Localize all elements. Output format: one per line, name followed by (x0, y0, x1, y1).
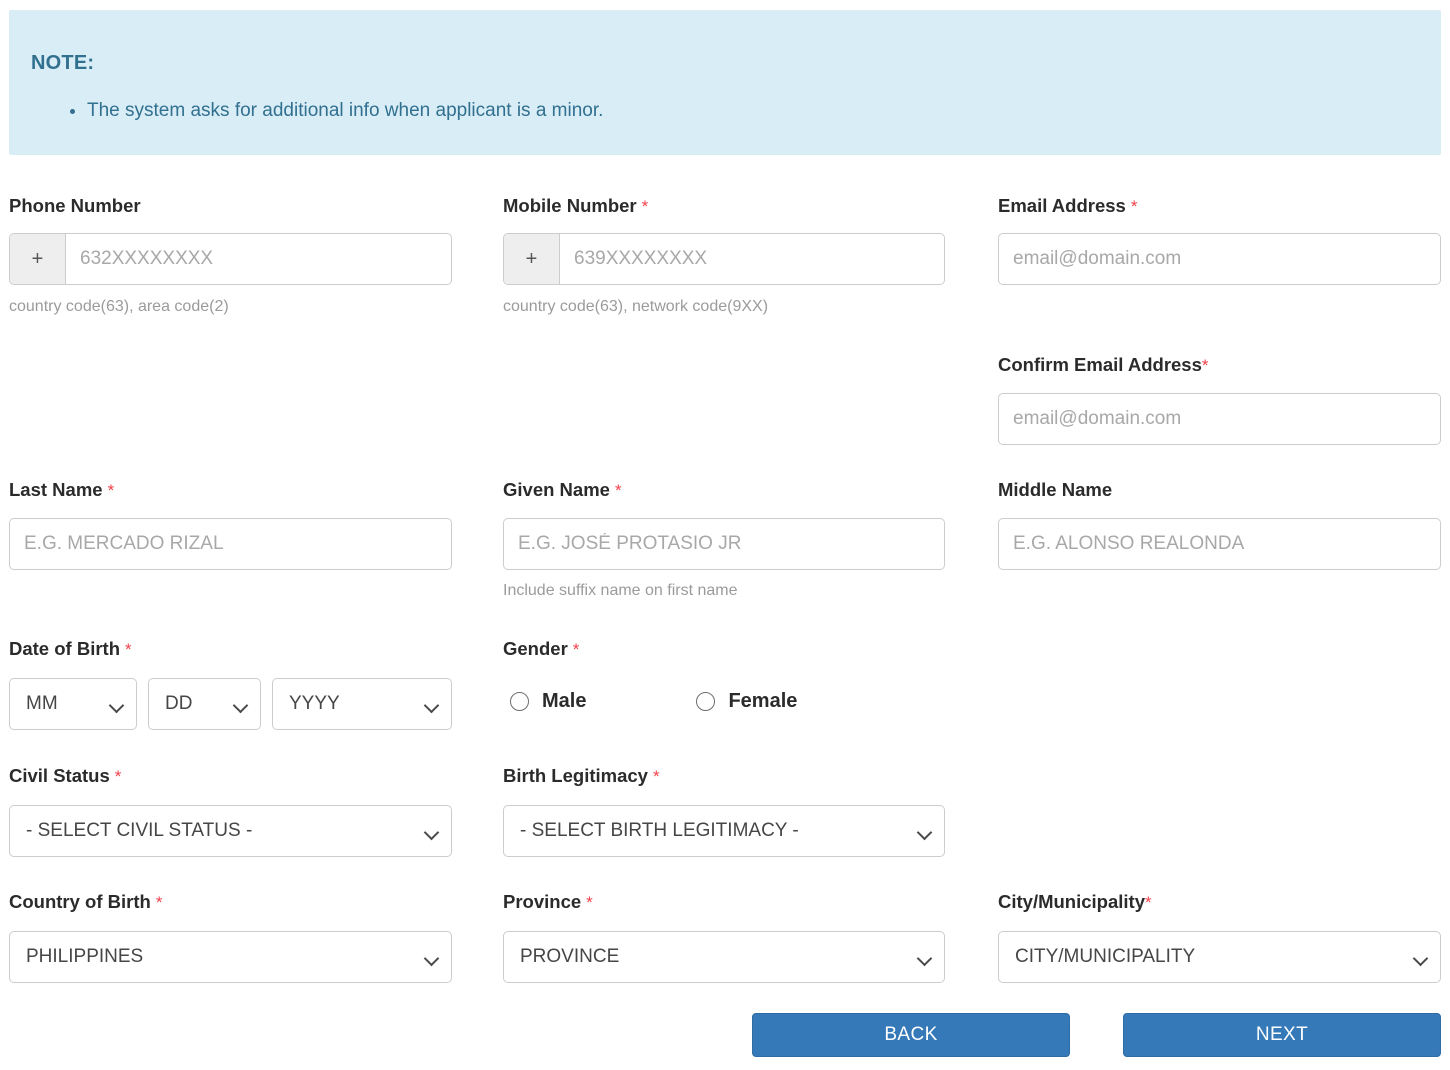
chevron-down-icon (425, 953, 439, 962)
radio-circle-icon[interactable] (696, 692, 716, 711)
civil-status-label: Civil Status * (9, 765, 122, 786)
chevron-down-icon (110, 700, 124, 709)
birth-day-value: DD (165, 693, 193, 714)
note-callout: NOTE: The system asks for additional inf… (9, 10, 1441, 155)
confirm-email-address-label: Confirm Email Address* (998, 354, 1209, 375)
registration-form-page: NOTE: The system asks for additional inf… (0, 0, 1450, 1070)
country-of-birth-select[interactable]: PHILIPPINES (9, 931, 452, 983)
required-asterisk: * (586, 893, 593, 912)
mobile-number-label: Mobile Number * (503, 195, 649, 216)
email-address-input[interactable] (998, 233, 1441, 285)
birth-year-select[interactable]: YYYY (272, 678, 452, 730)
birth-month-value: MM (26, 693, 58, 714)
required-asterisk: * (125, 640, 132, 659)
birth-year-value: YYYY (289, 693, 340, 714)
required-asterisk: * (114, 767, 122, 786)
required-asterisk: * (1201, 356, 1209, 375)
required-asterisk: * (155, 893, 163, 912)
required-asterisk: * (572, 640, 580, 659)
note-title: NOTE: (31, 52, 95, 74)
birth-month-select[interactable]: MM (9, 678, 137, 730)
birth-day-select[interactable]: DD (148, 678, 261, 730)
chevron-down-icon (918, 953, 932, 962)
phone-number-input[interactable] (66, 234, 451, 284)
birth-legitimacy-select[interactable]: - SELECT BIRTH LEGITIMACY - (503, 805, 945, 857)
mobile-number-group[interactable]: + (503, 233, 945, 285)
chevron-down-icon (425, 700, 439, 709)
gender-option-female[interactable]: Female (696, 690, 797, 713)
chevron-down-icon (1414, 953, 1428, 962)
back-button[interactable]: BACK (752, 1013, 1070, 1057)
required-asterisk: * (107, 481, 115, 500)
gender-radio-group: Male Female (510, 690, 797, 713)
required-asterisk: * (1130, 197, 1138, 216)
phone-number-label: Phone Number (9, 195, 141, 216)
middle-name-label: Middle Name (998, 479, 1113, 500)
phone-number-group[interactable]: + (9, 233, 452, 285)
country-of-birth-label: Country of Birth * (9, 891, 163, 912)
civil-status-select[interactable]: - SELECT CIVIL STATUS - (9, 805, 452, 857)
phone-plus-prefix: + (10, 234, 66, 284)
province-value: PROVINCE (520, 946, 620, 967)
chevron-down-icon (425, 827, 439, 836)
required-asterisk: * (652, 767, 660, 786)
given-name-hint: Include suffix name on first name (503, 582, 738, 599)
required-asterisk: * (614, 481, 622, 500)
mobile-number-hint: country code(63), network code(9XX) (503, 298, 769, 315)
email-address-label: Email Address * (998, 195, 1138, 216)
note-list: The system asks for additional info when… (65, 98, 603, 124)
birth-legitimacy-label: Birth Legitimacy * (503, 765, 660, 786)
next-button[interactable]: NEXT (1123, 1013, 1441, 1057)
province-label: Province * (503, 891, 593, 912)
phone-number-hint: country code(63), area code(2) (9, 298, 229, 315)
chevron-down-icon (234, 700, 248, 709)
given-name-input[interactable] (503, 518, 945, 570)
date-of-birth-label: Date of Birth * (9, 638, 132, 659)
gender-option-male-label: Male (542, 690, 587, 712)
required-asterisk: * (1145, 893, 1152, 912)
last-name-label: Last Name * (9, 479, 115, 500)
civil-status-value: - SELECT CIVIL STATUS - (26, 820, 253, 841)
required-asterisk: * (641, 197, 649, 216)
mobile-plus-prefix: + (504, 234, 560, 284)
city-municipality-value: CITY/MUNICIPALITY (1015, 946, 1196, 967)
middle-name-input[interactable] (998, 518, 1441, 570)
birth-legitimacy-value: - SELECT BIRTH LEGITIMACY - (520, 820, 799, 841)
country-of-birth-value: PHILIPPINES (26, 946, 144, 967)
gender-option-male[interactable]: Male (510, 690, 586, 713)
given-name-label: Given Name * (503, 479, 622, 500)
gender-option-female-label: Female (728, 690, 798, 712)
city-municipality-label: City/Municipality* (998, 891, 1152, 912)
mobile-number-input[interactable] (560, 234, 944, 284)
gender-label: Gender * (503, 638, 580, 659)
chevron-down-icon (918, 827, 932, 836)
last-name-input[interactable] (9, 518, 452, 570)
radio-circle-icon[interactable] (510, 692, 529, 711)
city-municipality-select[interactable]: CITY/MUNICIPALITY (998, 931, 1441, 983)
confirm-email-address-input[interactable] (998, 393, 1441, 445)
province-select[interactable]: PROVINCE (503, 931, 945, 983)
note-list-item: The system asks for additional info when… (87, 98, 603, 124)
